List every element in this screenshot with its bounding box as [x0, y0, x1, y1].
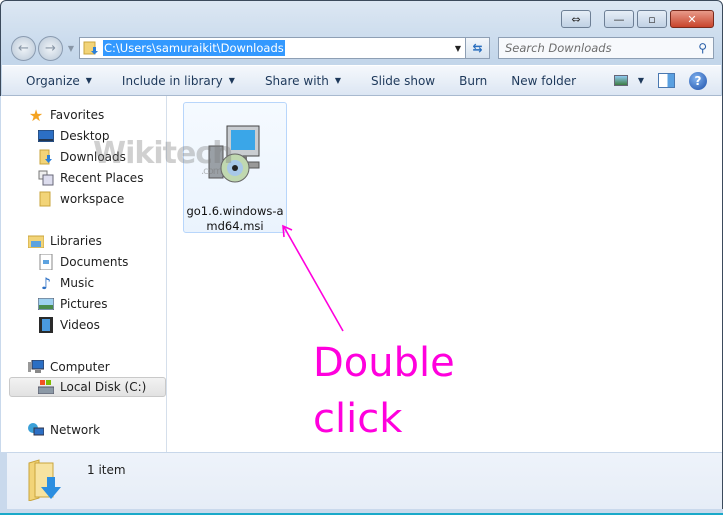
sidebar-item-desktop[interactable]: Desktop [38, 126, 110, 146]
maximize-button[interactable]: ▫ [637, 10, 667, 28]
snap-icon: ⇔ [571, 12, 581, 26]
change-view-button[interactable]: ▼ [613, 75, 644, 86]
recent-places-icon [38, 170, 54, 186]
chevron-down-icon: ▼ [67, 43, 75, 53]
downloads-folder-large-icon [27, 459, 65, 502]
folder-icon [38, 191, 54, 207]
help-button[interactable]: ? [689, 71, 707, 90]
sidebar-label: Favorites [50, 108, 105, 122]
documents-icon [38, 254, 54, 270]
organize-button[interactable]: Organize ▼ [2, 66, 100, 95]
sidebar-item-videos[interactable]: Videos [38, 315, 100, 335]
search-icon[interactable]: ⚲ [698, 41, 707, 55]
chevron-down-icon: ▼ [85, 76, 92, 85]
file-name-line-2: md64.msi [206, 219, 264, 233]
file-name: go1.6.windows-a md64.msi [184, 204, 286, 234]
sidebar-item-network[interactable]: Network [28, 420, 100, 440]
close-icon: ✕ [687, 12, 697, 26]
details-pane: 1 item [7, 452, 722, 509]
sidebar-item-local-disk-c[interactable]: Local Disk (C:) [9, 377, 166, 397]
navigation-pane: ★ Favorites Desktop Downloads Recent Pla… [8, 96, 167, 452]
sidebar-label: Videos [60, 318, 100, 332]
star-icon: ★ [28, 105, 44, 125]
new-folder-button[interactable]: New folder [495, 66, 584, 95]
music-icon: ♪ [40, 273, 52, 293]
caption-buttons: ⇔ — ▫ ✕ [561, 10, 714, 28]
command-bar: Organize ▼ Include in library ▼ Share with… [2, 65, 721, 96]
sidebar-label: Recent Places [60, 171, 144, 185]
minimize-button[interactable]: — [604, 10, 634, 28]
sidebar-label: Local Disk (C:) [60, 380, 147, 394]
maximize-icon: ▫ [648, 12, 656, 26]
recent-pages-dropdown[interactable]: ▼ [65, 44, 77, 53]
forward-button[interactable]: → [38, 35, 63, 61]
search-placeholder: Search Downloads [505, 41, 612, 55]
sidebar-item-pictures[interactable]: Pictures [38, 294, 108, 314]
sidebar-label: Desktop [60, 129, 110, 143]
downloads-folder-icon [83, 41, 99, 55]
share-with-label: Share with [264, 73, 329, 88]
burn-button[interactable]: Burn [443, 66, 495, 95]
sidebar-label: Downloads [60, 150, 126, 164]
address-path[interactable]: C:\Users\samuraikit\Downloads [103, 40, 285, 56]
msi-installer-icon [187, 106, 283, 202]
sidebar-item-music[interactable]: ♪ Music [38, 273, 94, 293]
sidebar-item-workspace[interactable]: workspace [38, 189, 124, 209]
chevron-down-icon: ▼ [228, 76, 235, 85]
organize-label: Organize [26, 73, 80, 88]
desktop-icon [38, 128, 54, 144]
annotation-text: Double click [313, 335, 455, 447]
include-in-library-button[interactable]: Include in library ▼ [100, 66, 243, 95]
sidebar-item-libraries[interactable]: Libraries [28, 231, 102, 251]
preview-pane-button[interactable] [658, 73, 675, 88]
downloads-folder-icon [38, 149, 54, 165]
file-item[interactable]: go1.6.windows-a md64.msi [183, 102, 287, 233]
chevron-down-icon: ▼ [637, 76, 644, 85]
sidebar-item-favorites[interactable]: ★ Favorites [28, 105, 104, 125]
slide-show-label: Slide show [371, 73, 436, 88]
sidebar-label: Network [50, 423, 101, 437]
back-arrow-icon: ← [18, 40, 29, 56]
chevron-down-icon: ▼ [334, 76, 341, 85]
sidebar-item-documents[interactable]: Documents [38, 252, 128, 272]
minimize-icon: — [613, 12, 625, 26]
sidebar-label: workspace [60, 192, 125, 206]
slide-show-button[interactable]: Slide show [349, 66, 443, 95]
view-icon [613, 75, 628, 86]
item-count: 1 item [87, 463, 126, 477]
sidebar-label: Documents [60, 255, 129, 269]
refresh-button[interactable]: ⇆ [466, 37, 490, 59]
window-bottom-border [0, 509, 723, 515]
sidebar-label: Pictures [60, 297, 108, 311]
forward-arrow-icon: → [45, 40, 56, 56]
share-with-button[interactable]: Share with ▼ [243, 66, 349, 95]
address-dropdown-icon[interactable]: ▼ [455, 44, 461, 53]
pictures-icon [38, 296, 54, 312]
back-button[interactable]: ← [11, 35, 36, 61]
sidebar-item-computer[interactable]: Computer [28, 357, 110, 377]
videos-icon [38, 317, 54, 333]
sidebar-label: Computer [50, 360, 110, 374]
search-input[interactable]: Search Downloads ⚲ [498, 37, 714, 59]
include-in-library-label: Include in library [121, 73, 223, 88]
sidebar-item-downloads[interactable]: Downloads [38, 147, 126, 167]
burn-label: Burn [459, 73, 488, 88]
snap-button[interactable]: ⇔ [561, 10, 591, 28]
refresh-icon: ⇆ [472, 41, 483, 55]
close-button[interactable]: ✕ [670, 10, 714, 28]
annotation-line-1: Double [313, 340, 455, 386]
sidebar-item-recent-places[interactable]: Recent Places [38, 168, 143, 188]
local-disk-icon [38, 379, 54, 395]
libraries-icon [28, 233, 44, 249]
navigation-row: ← → ▼ C:\Users\samuraikit\Downloads ▼ ⇆ … [11, 35, 714, 61]
new-folder-label: New folder [511, 73, 577, 88]
computer-icon [28, 359, 44, 375]
annotation-line-2: click [313, 396, 403, 442]
sidebar-label: Music [60, 276, 95, 290]
sidebar-label: Libraries [50, 234, 102, 248]
address-bar[interactable]: C:\Users\samuraikit\Downloads ▼ [79, 37, 466, 59]
file-name-line-1: go1.6.windows-a [186, 204, 284, 218]
network-icon [28, 422, 44, 438]
